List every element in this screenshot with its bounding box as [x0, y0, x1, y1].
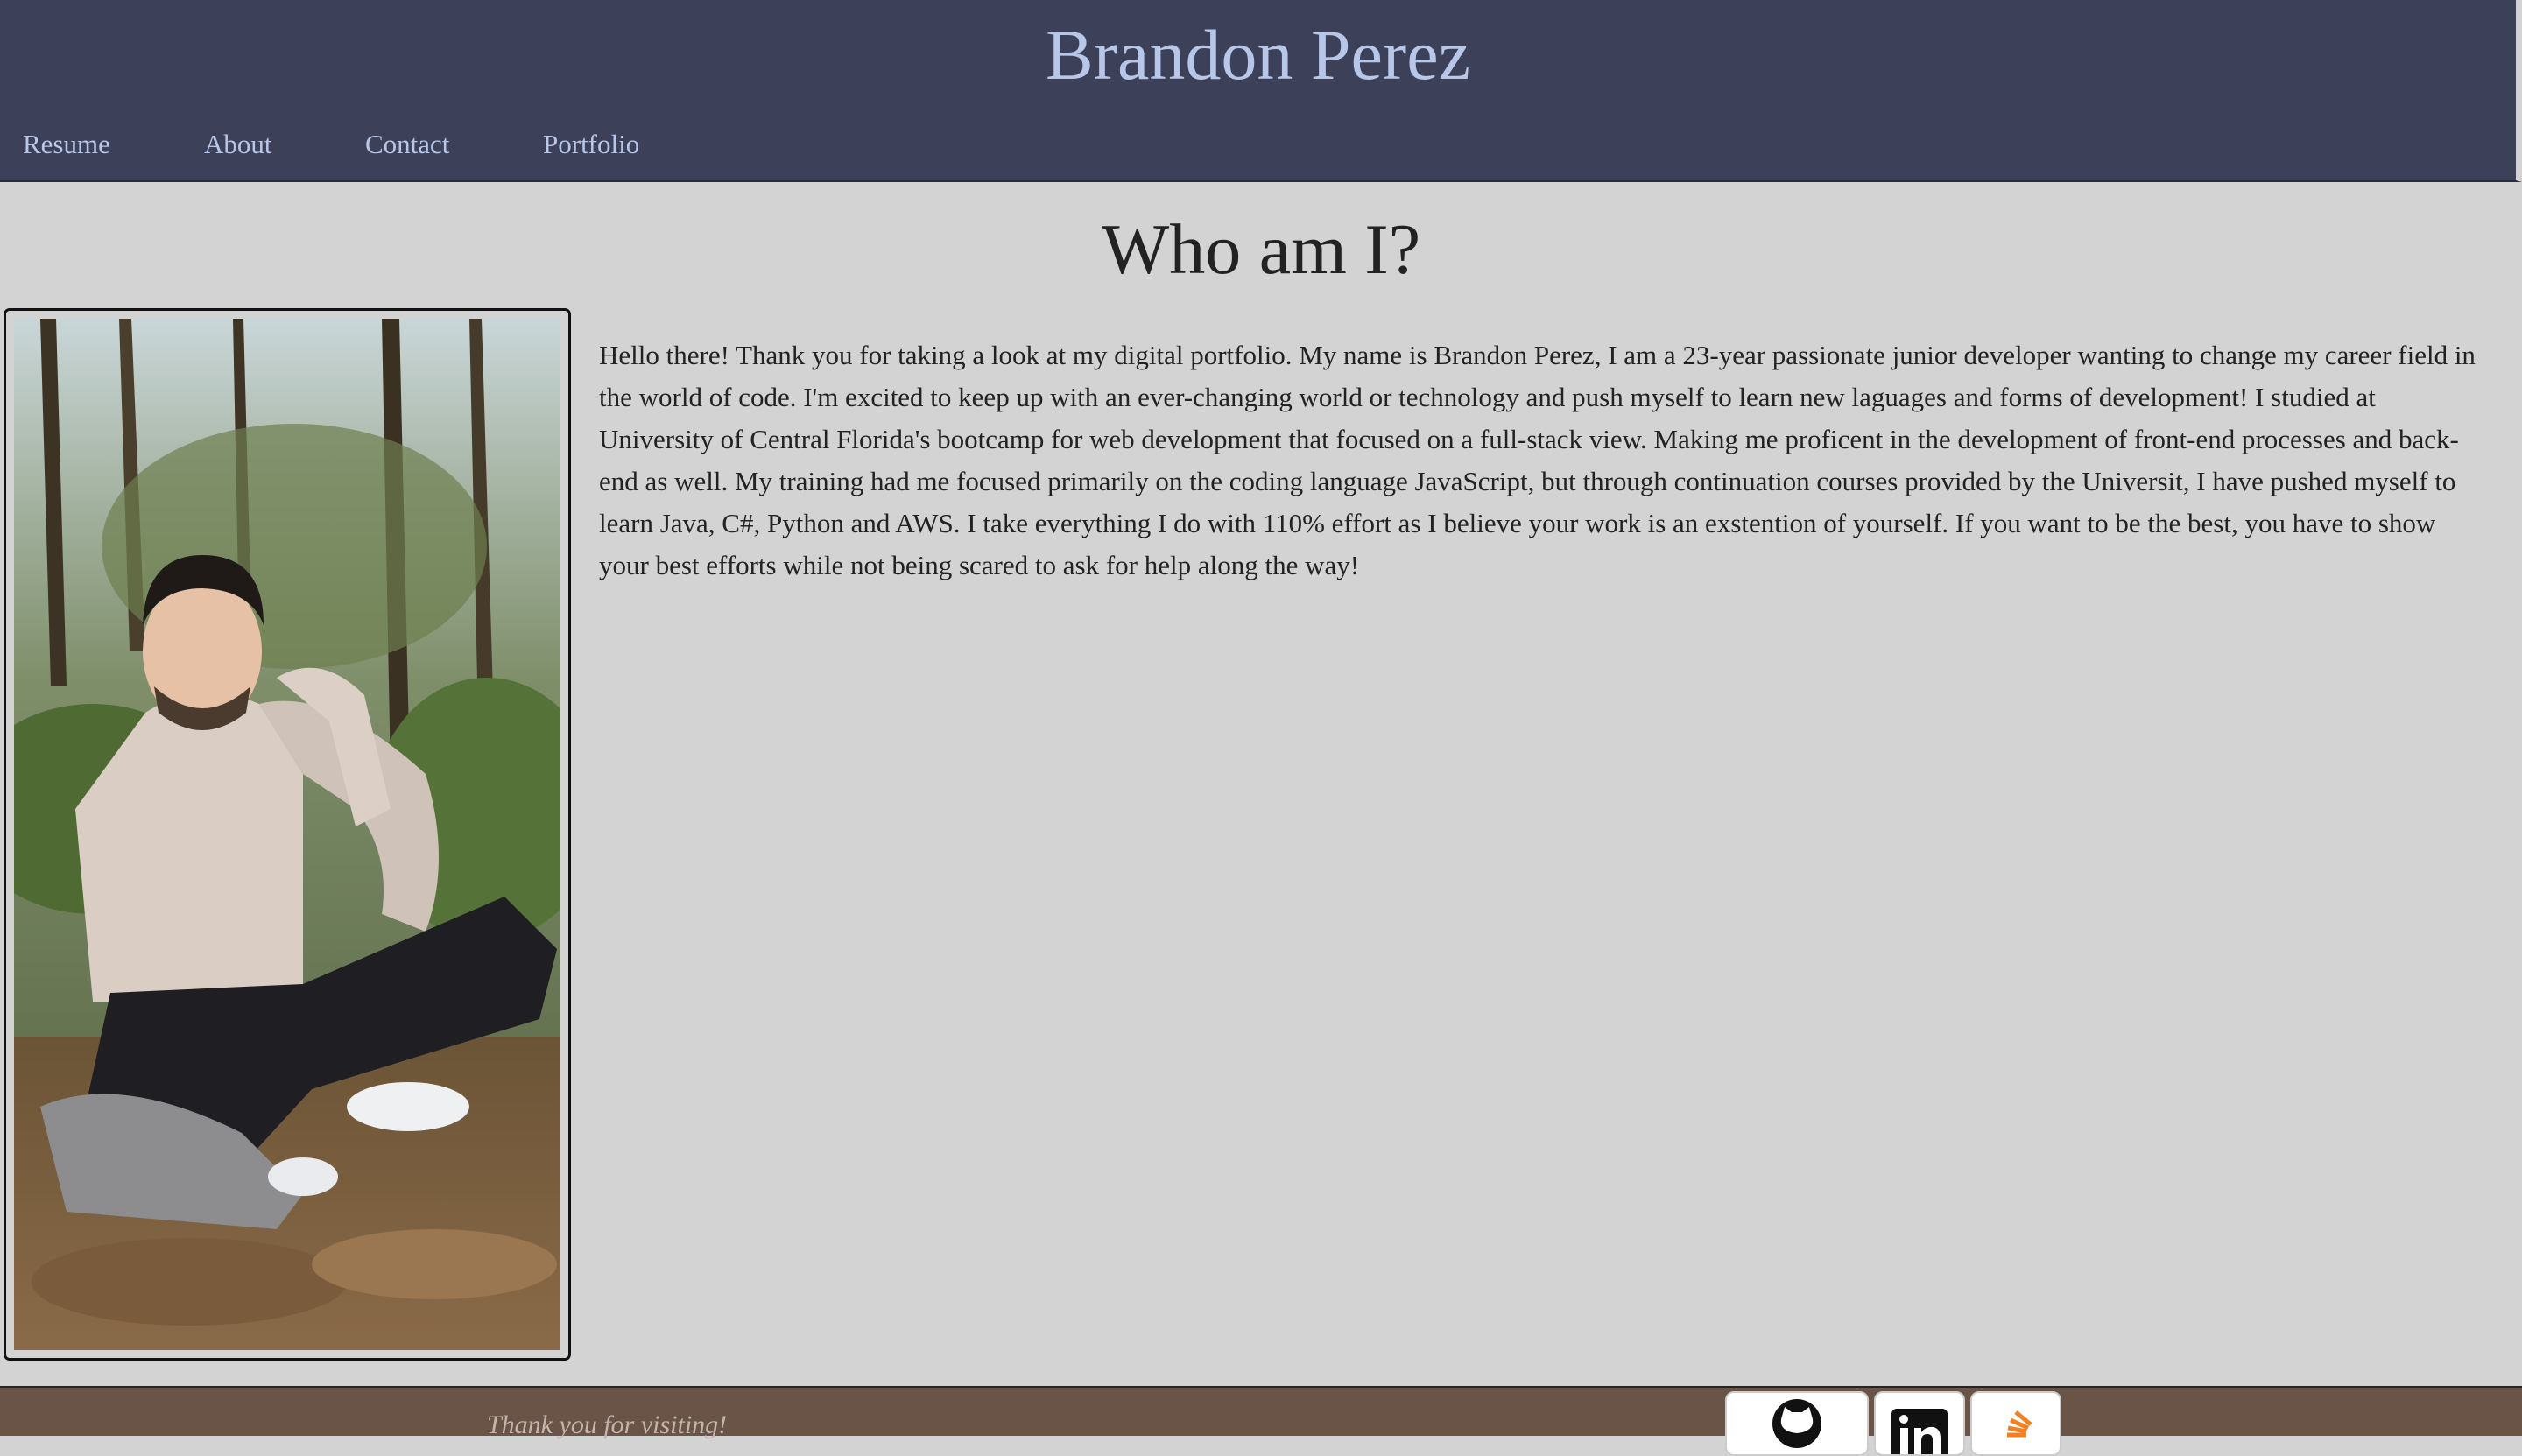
profile-photo-frame: [4, 308, 571, 1361]
site-footer: Thank you for visiting!: [0, 1386, 2522, 1456]
github-icon: [1772, 1399, 1821, 1448]
nav-link-resume[interactable]: Resume: [23, 123, 110, 166]
stackoverflow-link[interactable]: [1970, 1391, 2061, 1456]
nav-link-portfolio[interactable]: Portfolio: [543, 123, 639, 166]
linkedin-icon: [1892, 1409, 1948, 1454]
site-title: Brandon Perez: [1046, 15, 1470, 95]
about-heading: Who am I?: [1101, 209, 1421, 289]
profile-photo: [14, 319, 560, 1350]
stackoverflow-icon: [2007, 1410, 2032, 1438]
github-link[interactable]: [1725, 1391, 1869, 1456]
footer-message: Thank you for visiting!: [487, 1410, 728, 1439]
nav-link-about[interactable]: About: [204, 123, 272, 166]
nav-link-contact[interactable]: Contact: [365, 123, 449, 166]
about-bio-text: Hello there! Thank you for taking a look…: [599, 340, 2476, 580]
linkedin-link[interactable]: [1874, 1391, 1965, 1456]
site-header: Brandon Perez Resume About Contact Portf…: [0, 0, 2522, 182]
